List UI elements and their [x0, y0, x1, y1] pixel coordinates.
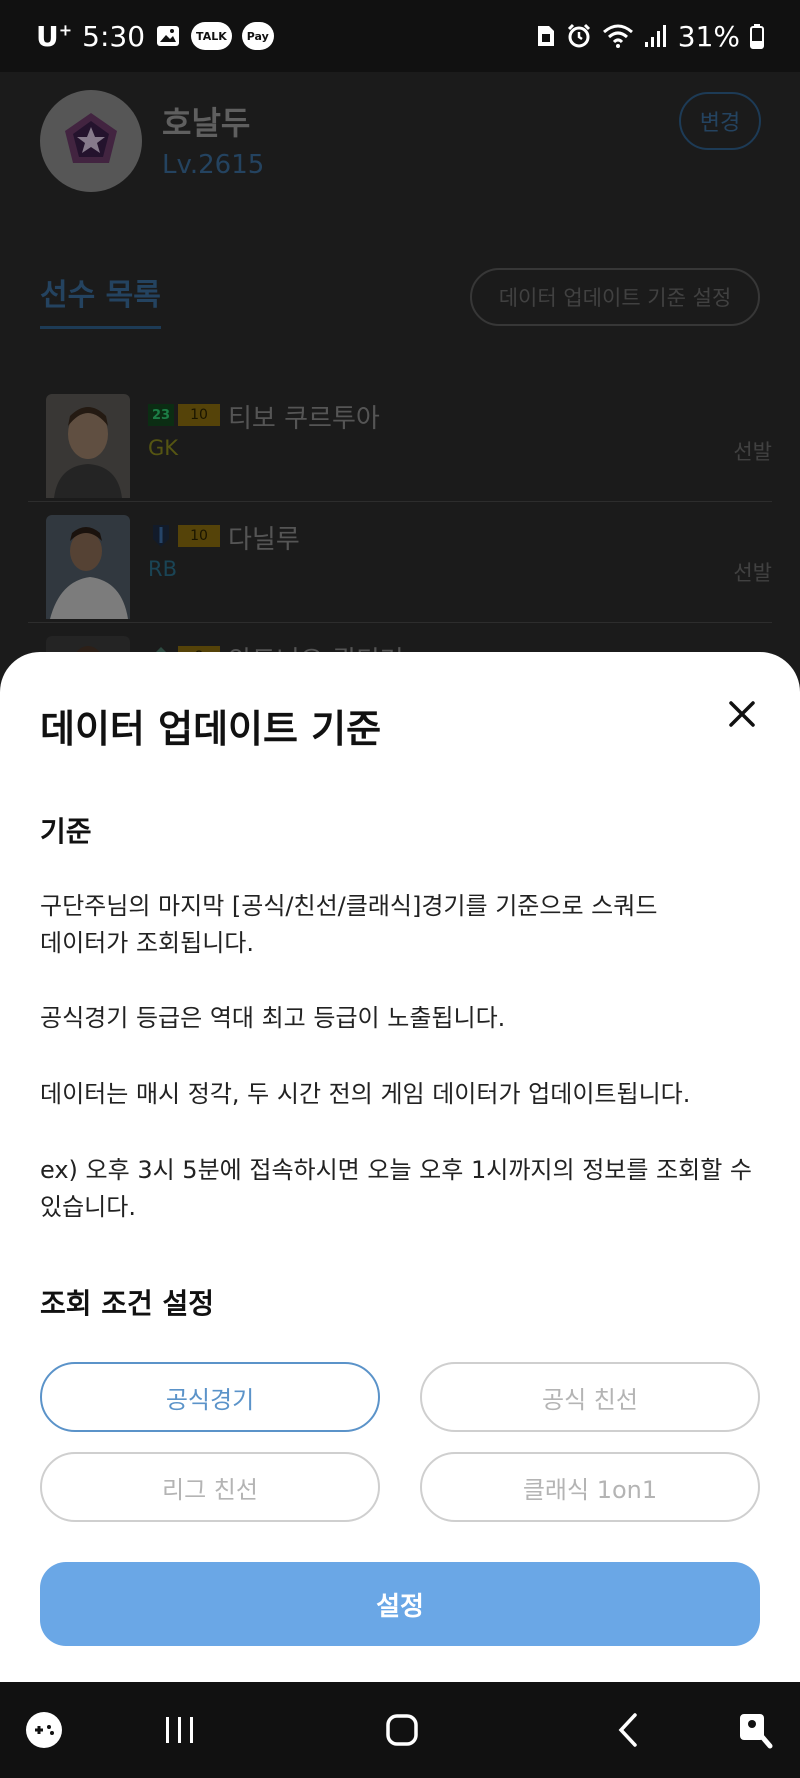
close-button[interactable]: [722, 694, 762, 734]
status-bar: U+ 5:30 TALK Pay 31%: [0, 0, 800, 72]
status-left: U+ 5:30 TALK Pay: [36, 20, 274, 53]
signal-icon: [644, 24, 668, 48]
home-button[interactable]: [378, 1706, 426, 1754]
sim-icon: [536, 24, 556, 48]
filter-official-match-button[interactable]: 공식경기: [40, 1362, 380, 1432]
criteria-paragraph-3: 데이터는 매시 정각, 두 시간 전의 게임 데이터가 업데이트됩니다.: [40, 1080, 691, 1108]
home-icon: [386, 1714, 418, 1746]
filter-classic-1on1-button[interactable]: 클래식 1on1: [420, 1452, 760, 1522]
criteria-paragraph-2: 공식경기 등급은 역대 최고 등급이 노출됩니다.: [40, 1004, 506, 1032]
filter-league-friendly-button[interactable]: 리그 친선: [40, 1452, 380, 1522]
filter-heading: 조회 조건 설정: [40, 1287, 215, 1320]
pay-icon: Pay: [241, 22, 274, 50]
paragraph-line: 구단주님의 마지막 [공식/친선/클래식]경기를 기준으로 스쿼드: [40, 892, 658, 920]
data-update-criteria-sheet: 데이터 업데이트 기준 기준 구단주님의 마지막 [공식/친선/클래식]경기를 …: [0, 652, 800, 1682]
clock: 5:30: [82, 19, 146, 53]
back-icon: [618, 1713, 637, 1747]
criteria-heading: 기준: [40, 815, 92, 848]
assistant-button[interactable]: [732, 1706, 780, 1754]
back-button[interactable]: [604, 1706, 652, 1754]
alarm-icon: [566, 23, 592, 49]
recent-apps-button[interactable]: [156, 1706, 204, 1754]
status-right: 31%: [536, 20, 764, 53]
carrier-suffix: +: [58, 20, 73, 40]
wifi-icon: [602, 23, 634, 49]
paragraph-line: ex) 오후 3시 5분에 접속하시면 오늘 오후 1시까지의 정보를 조회할 …: [40, 1156, 753, 1184]
sheet-title: 데이터 업데이트 기준: [40, 707, 382, 751]
game-launcher-icon: [26, 1712, 62, 1748]
game-launcher-button[interactable]: [20, 1706, 68, 1754]
filter-official-friendly-button[interactable]: 공식 친선: [420, 1362, 760, 1432]
set-button[interactable]: 설정: [40, 1562, 760, 1646]
gallery-icon: [155, 23, 181, 49]
criteria-paragraph-4: ex) 오후 3시 5분에 접속하시면 오늘 오후 1시까지의 정보를 조회할 …: [40, 1152, 760, 1226]
battery-percent: 31%: [677, 19, 740, 53]
assistant-icon: [740, 1714, 773, 1749]
carrier-label: U+: [36, 20, 72, 53]
carrier-text: U: [36, 19, 59, 53]
criteria-paragraph-1: 구단주님의 마지막 [공식/친선/클래식]경기를 기준으로 스쿼드 데이터가 조…: [40, 888, 760, 962]
battery-icon: [750, 23, 764, 49]
recent-apps-icon: [166, 1717, 193, 1743]
talk-icon: TALK: [191, 22, 232, 50]
close-icon: [729, 701, 755, 727]
paragraph-line: 있습니다.: [40, 1193, 136, 1221]
navigation-bar: [0, 1682, 800, 1778]
paragraph-line: 데이터가 조회됩니다.: [40, 929, 254, 957]
